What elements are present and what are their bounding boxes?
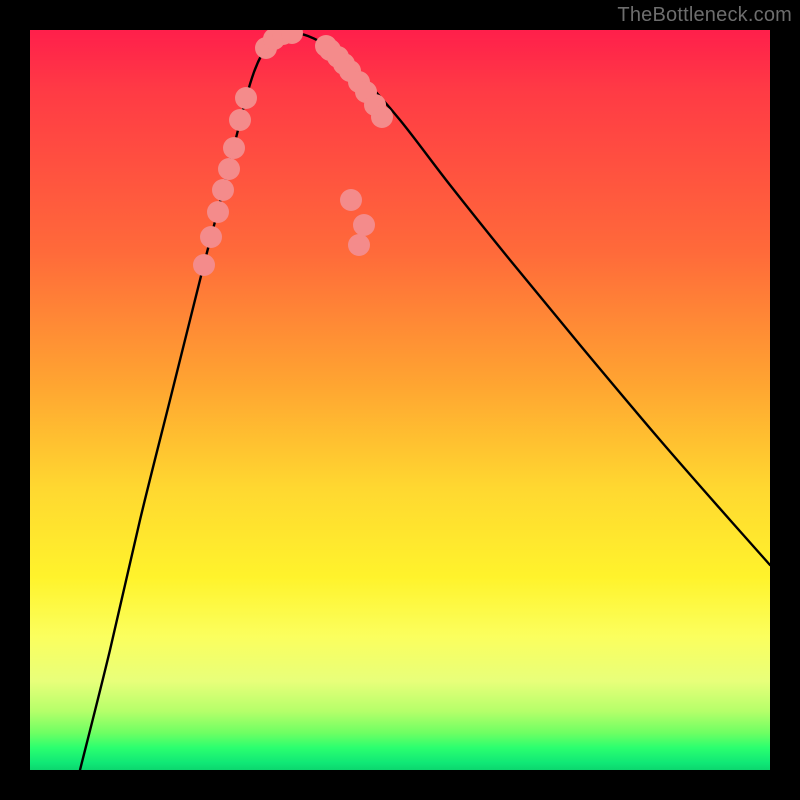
highlight-dot: [371, 106, 393, 128]
highlight-dot: [348, 234, 370, 256]
highlight-dot: [235, 87, 257, 109]
bottleneck-curve: [80, 33, 770, 770]
highlight-dot: [340, 189, 362, 211]
highlight-dot: [229, 109, 251, 131]
highlight-dot: [223, 137, 245, 159]
highlight-dot: [207, 201, 229, 223]
highlight-dots: [193, 30, 393, 276]
plot-area: [30, 30, 770, 770]
highlight-dot: [218, 158, 240, 180]
highlight-dot: [212, 179, 234, 201]
highlight-dot: [353, 214, 375, 236]
highlight-dot: [200, 226, 222, 248]
highlight-dot: [193, 254, 215, 276]
watermark-text: TheBottleneck.com: [617, 4, 792, 27]
chart-frame: TheBottleneck.com: [0, 0, 800, 800]
curve-layer: [30, 30, 770, 770]
